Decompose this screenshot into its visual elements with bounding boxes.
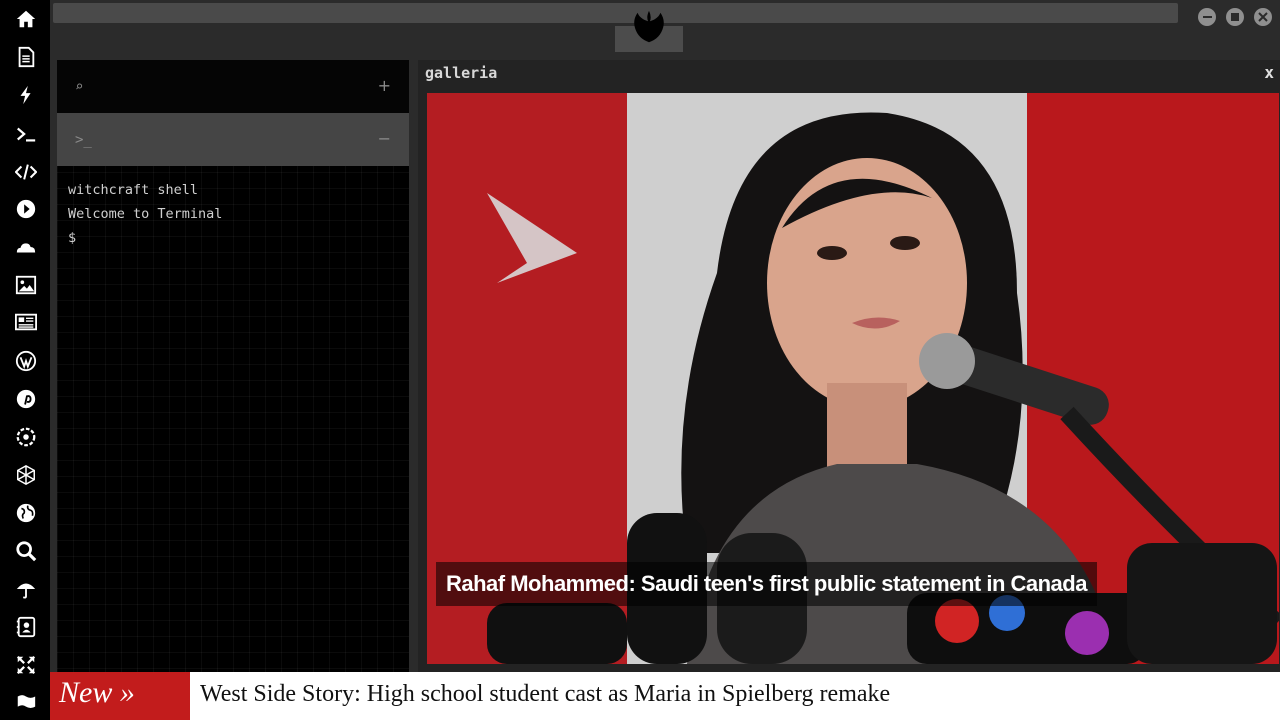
rebel-alliance-logo[interactable] — [630, 8, 668, 46]
terminal-search-icon[interactable]: ⌕ — [75, 79, 83, 95]
gallery-panel: galleria x Rahaf Mohammed: Saudi teen's … — [418, 60, 1280, 672]
lightning-icon[interactable] — [13, 82, 39, 108]
gallery-close-button[interactable]: x — [1264, 63, 1274, 82]
new-badge: New » — [50, 672, 190, 720]
news-ticker: New » West Side Story: High school stude… — [50, 672, 1280, 720]
pinterest-icon[interactable] — [13, 386, 39, 412]
settings-icon[interactable] — [13, 424, 39, 450]
flag-icon[interactable] — [13, 689, 39, 715]
image-icon[interactable] — [13, 272, 39, 298]
cloud-icon[interactable] — [13, 234, 39, 260]
globe-icon[interactable] — [13, 500, 39, 526]
terminal-panel: ⌕ + >_ − witchcraft shell Welcome to Ter… — [57, 60, 409, 672]
news-icon[interactable] — [13, 309, 39, 335]
collapse-terminal-button[interactable]: − — [378, 129, 391, 148]
add-terminal-button[interactable]: + — [378, 76, 391, 95]
code-icon[interactable] — [13, 159, 39, 185]
minimize-button[interactable] — [1198, 8, 1216, 26]
prompt-icon: >_ — [75, 132, 92, 148]
terminal-line: Welcome to Terminal — [68, 206, 223, 222]
close-button[interactable] — [1254, 8, 1272, 26]
image-caption: Rahaf Mohammed: Saudi teen's first publi… — [436, 562, 1097, 606]
terminal-search-row[interactable]: ⌕ + — [57, 60, 409, 113]
document-icon[interactable] — [13, 44, 39, 70]
gallery-title: galleria — [425, 64, 498, 82]
maximize-button[interactable] — [1226, 8, 1244, 26]
terminal-tab-row[interactable]: >_ − — [57, 113, 409, 166]
umbrella-icon[interactable] — [13, 576, 39, 602]
top-bar — [50, 0, 1280, 56]
terminal-line: witchcraft shell — [68, 182, 199, 198]
search-icon[interactable] — [13, 538, 39, 564]
fullscreen-icon[interactable] — [13, 652, 39, 678]
wordpress-icon[interactable] — [13, 348, 39, 374]
app-dock — [0, 0, 50, 720]
gallery-photo[interactable]: Rahaf Mohammed: Saudi teen's first publi… — [427, 93, 1279, 664]
terminal-prompt[interactable]: $ — [68, 226, 398, 250]
play-icon[interactable] — [13, 196, 39, 222]
contacts-icon[interactable] — [13, 614, 39, 640]
terminal-icon[interactable] — [13, 121, 39, 147]
terminal-output[interactable]: witchcraft shell Welcome to Terminal $ — [68, 178, 398, 250]
address-bar[interactable] — [53, 3, 1178, 23]
network-icon[interactable] — [13, 462, 39, 488]
home-icon[interactable] — [13, 6, 39, 32]
ticker-headline[interactable]: West Side Story: High school student cas… — [200, 681, 890, 708]
